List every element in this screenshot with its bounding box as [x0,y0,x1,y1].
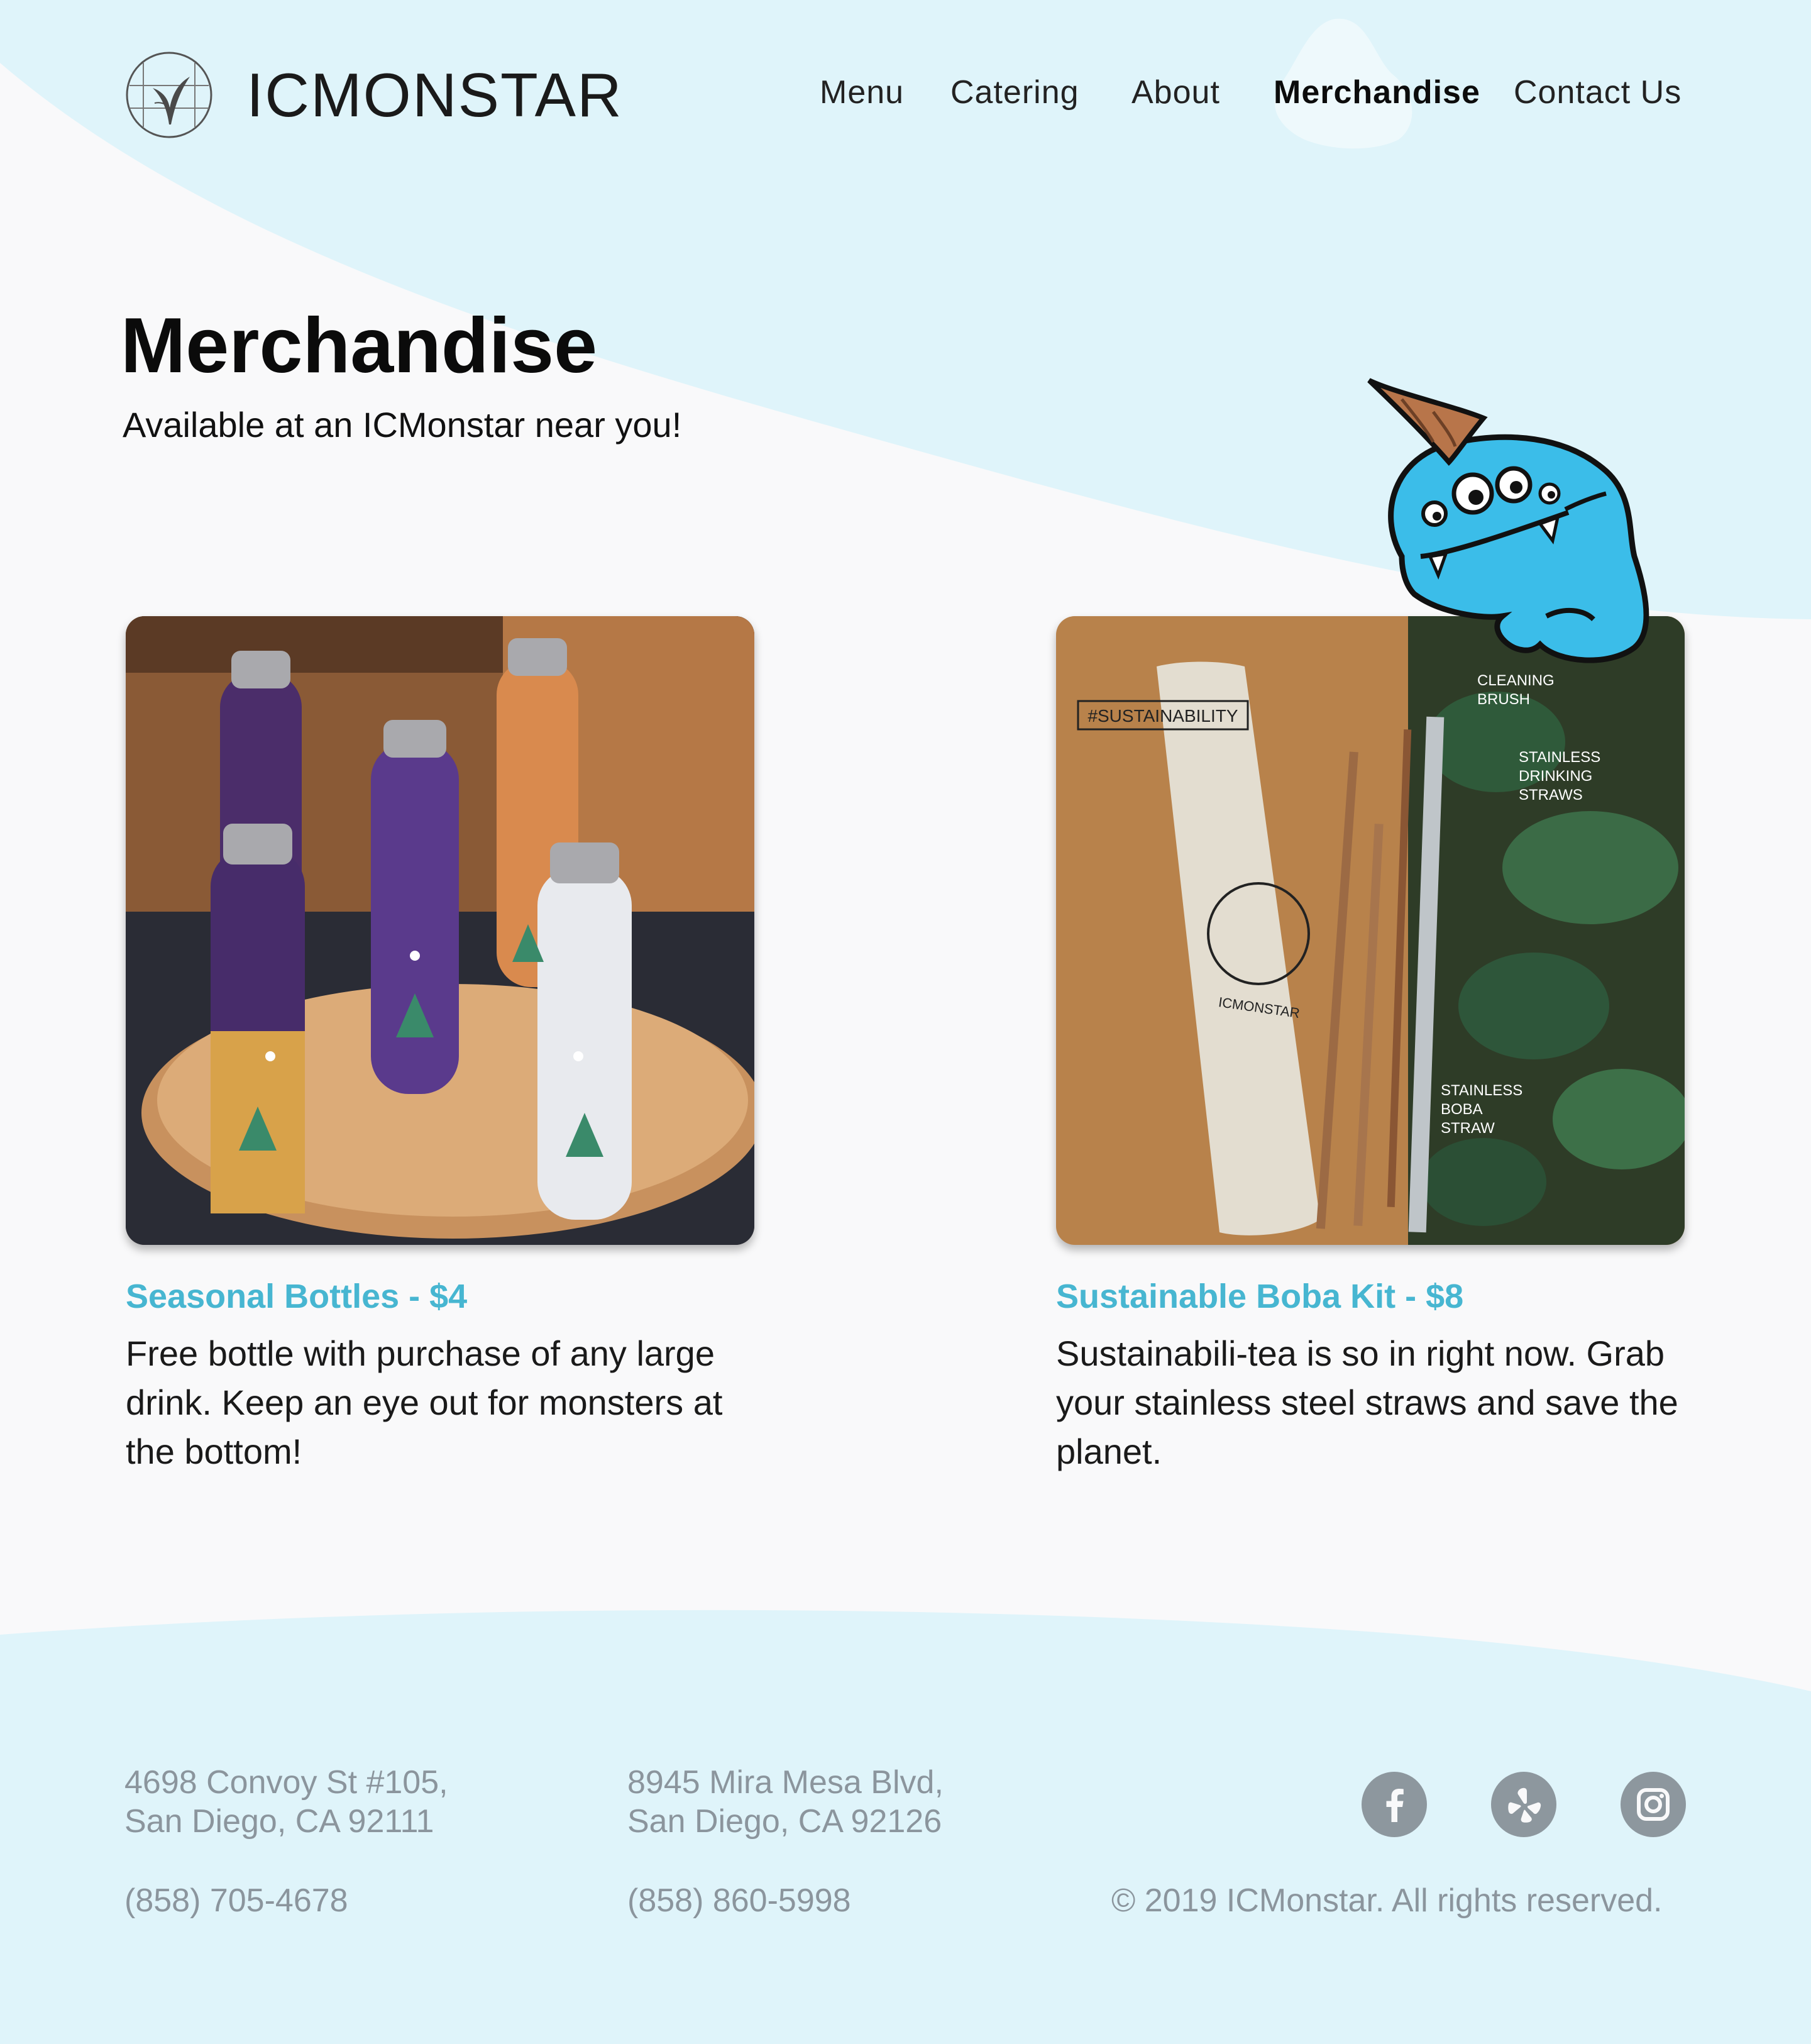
yelp-link[interactable] [1491,1772,1556,1837]
nav-catering[interactable]: Catering [950,70,1079,114]
instagram-link[interactable] [1621,1772,1686,1837]
location-1-address-line2: San Diego, CA 92111 [124,1803,434,1840]
product-description-seasonal-bottles: Free bottle with purchase of any large d… [126,1334,723,1471]
hashtag-label: #SUSTAINABILITY [1087,706,1238,726]
drinking-straws-label-2: DRINKING [1519,768,1592,785]
product-name-boba-kit[interactable]: Sustainable Boba Kit - $8 [1056,1274,1463,1318]
drinking-straws-label-1: STAINLESS [1519,749,1600,766]
seasonal-bottles-photo [126,616,754,1245]
yelp-icon [1508,1787,1541,1823]
cleaning-brush-label-2: BRUSH [1477,691,1530,708]
main-nav: Menu Catering About Merchandise Contact … [0,70,1811,114]
location-2-phone[interactable]: (858) 860-5998 [627,1881,851,1920]
nav-contact-us[interactable]: Contact Us [1514,70,1682,114]
mascot-icon [1358,368,1697,688]
location-1-address-line1: 4698 Convoy St #105, [124,1764,448,1801]
boba-straw-label-3: STRAW [1441,1120,1495,1137]
instagram-icon [1637,1788,1670,1821]
drinking-straws-label-3: STRAWS [1519,787,1583,804]
nav-merchandise[interactable]: Merchandise [1274,70,1480,114]
boba-straw-label-1: STAINLESS [1441,1082,1522,1099]
location-2-address-line2: San Diego, CA 92126 [627,1803,942,1840]
product-description-boba-kit: Sustainabili-tea is so in right now. Gra… [1056,1334,1678,1471]
location-1-phone[interactable]: (858) 705-4678 [124,1881,348,1920]
product-name-seasonal-bottles[interactable]: Seasonal Bottles - $4 [126,1274,467,1318]
facebook-icon [1386,1789,1404,1822]
nav-about[interactable]: About [1131,70,1220,114]
page-title: Merchandise [121,302,598,389]
copyright-text: © 2019 ICMonstar. All rights reserved. [1111,1882,1663,1919]
boba-straw-label-2: BOBA [1441,1101,1483,1118]
page-subtitle: Available at an ICMonstar near you! [123,405,682,445]
location-2-address-line1: 8945 Mira Mesa Blvd, [627,1764,944,1801]
nav-menu[interactable]: Menu [820,70,904,114]
facebook-link[interactable] [1362,1772,1427,1837]
boba-kit-photo: ICMONSTAR #SUSTAINABILITY CLEANING BRUSH… [1056,616,1685,1245]
